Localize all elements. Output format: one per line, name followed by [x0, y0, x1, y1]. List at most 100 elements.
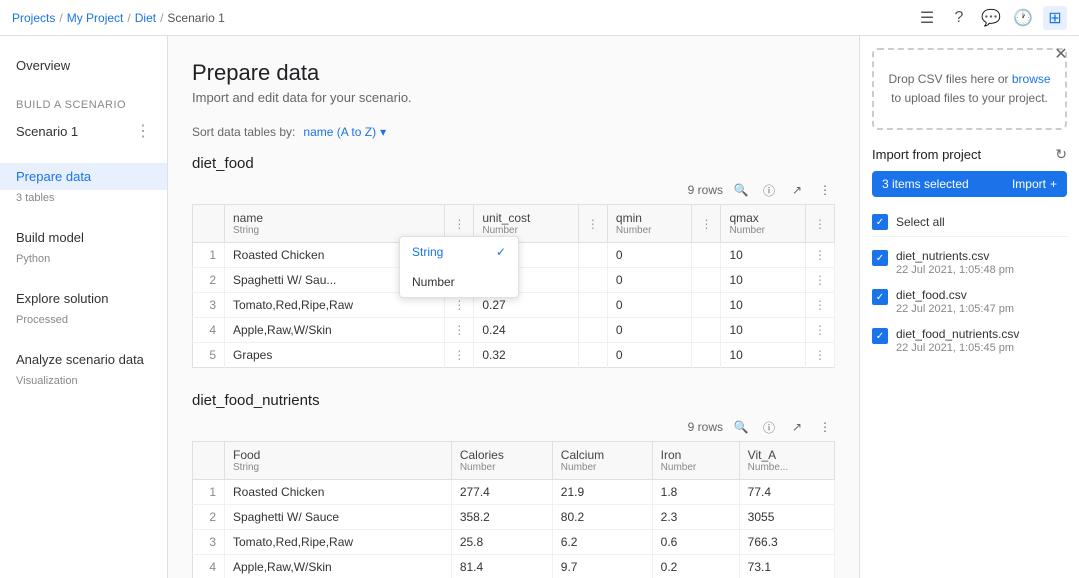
table-row: 3 Tomato,Red,Ripe,Raw 25.8 6.2 0.6 766.3	[193, 530, 835, 555]
row-food: Tomato,Red,Ripe,Raw	[225, 530, 452, 555]
row-qmin-more	[692, 268, 721, 293]
main-inner: Prepare data Import and edit data for yo…	[168, 36, 859, 578]
row-more[interactable]: ⋮	[445, 318, 474, 343]
help-icon[interactable]: ?	[947, 6, 971, 30]
row-qmin: 0	[607, 318, 692, 343]
sidebar-explore-sub: Processed	[0, 312, 167, 330]
file-checkbox[interactable]: ✓	[872, 250, 888, 266]
check-icon: ✓	[496, 245, 506, 259]
col-unit-cost-more[interactable]: ⋮	[578, 205, 607, 243]
table-diet-food: diet_food 9 rows 🔍 ⓘ ↗ ⋮ name	[192, 155, 835, 368]
sidebar-item-explore[interactable]: Explore solution	[0, 285, 167, 312]
row-iron: 0.6	[652, 530, 739, 555]
diet-food-nutrients-row-count: 9 rows	[688, 420, 723, 434]
more-icon-2[interactable]: ⋮	[815, 417, 835, 437]
row-qmin: 0	[607, 268, 692, 293]
row-calcium: 6.2	[552, 530, 652, 555]
chevron-down-icon: ▾	[380, 125, 386, 139]
row-qmax: 10	[721, 318, 806, 343]
row-calcium: 80.2	[552, 505, 652, 530]
export-icon[interactable]: ↗	[787, 180, 807, 200]
select-all-checkbox[interactable]: ✓	[872, 214, 888, 230]
col-qmax-more[interactable]: ⋮	[806, 205, 835, 243]
file-item[interactable]: ✓ diet_nutrients.csv 22 Jul 2021, 1:05:4…	[872, 243, 1067, 282]
drop-zone-suffix: to upload files to your project.	[891, 91, 1048, 105]
import-button[interactable]: Import +	[1012, 177, 1057, 191]
search-icon[interactable]: 🔍	[731, 180, 751, 200]
row-food: Spaghetti W/ Sauce	[225, 505, 452, 530]
row-qmax: 10	[721, 343, 806, 368]
file-checkbox[interactable]: ✓	[872, 328, 888, 344]
table-diet-food-name: diet_food	[192, 155, 835, 172]
info-icon[interactable]: ⓘ	[759, 180, 779, 200]
file-item[interactable]: ✓ diet_food_nutrients.csv 22 Jul 2021, 1…	[872, 321, 1067, 360]
table-diet-food-meta: 9 rows 🔍 ⓘ ↗ ⋮	[192, 180, 835, 200]
row-qmax: 10	[721, 243, 806, 268]
col-qmin-more[interactable]: ⋮	[692, 205, 721, 243]
sidebar-model-sub: Python	[0, 251, 167, 269]
top-nav: Projects / My Project / Diet / Scenario …	[0, 0, 1079, 36]
row-idx: 5	[193, 343, 225, 368]
row-more[interactable]: ⋮	[445, 343, 474, 368]
history-icon[interactable]: 🕐	[1011, 6, 1035, 30]
sidebar-item-overview[interactable]: Overview	[0, 52, 167, 79]
sidebar-item-model[interactable]: Build model	[0, 224, 167, 251]
sort-select[interactable]: name (A to Z) ▾	[303, 125, 386, 139]
sidebar-more-icon[interactable]: ⋮	[135, 121, 151, 141]
plus-icon: +	[1050, 177, 1057, 191]
sidebar-section-explore: Explore solution Processed	[0, 285, 167, 330]
breadcrumb-myproject[interactable]: My Project	[67, 11, 124, 25]
row-calories: 358.2	[451, 505, 552, 530]
menu-icon[interactable]: ☰	[915, 6, 939, 30]
import-bar: 3 items selected Import +	[872, 171, 1067, 197]
breadcrumb-projects[interactable]: Projects	[12, 11, 55, 25]
close-icon[interactable]: ✕	[1051, 44, 1071, 64]
search-icon-2[interactable]: 🔍	[731, 417, 751, 437]
row-idx: 4	[193, 318, 225, 343]
row-idx: 1	[193, 480, 225, 505]
export-icon-2[interactable]: ↗	[787, 417, 807, 437]
sidebar-item-analyze[interactable]: Analyze scenario data	[0, 346, 167, 373]
file-list: ✓ diet_nutrients.csv 22 Jul 2021, 1:05:4…	[872, 243, 1067, 360]
file-item[interactable]: ✓ diet_food.csv 22 Jul 2021, 1:05:47 pm	[872, 282, 1067, 321]
sidebar-item-scenario[interactable]: Scenario 1 ⋮	[0, 115, 167, 147]
chat-icon[interactable]: 💬	[979, 6, 1003, 30]
info-icon-2[interactable]: ⓘ	[759, 417, 779, 437]
breadcrumb-diet[interactable]: Diet	[135, 11, 156, 25]
breadcrumb: Projects / My Project / Diet / Scenario …	[12, 11, 225, 25]
row-qmax-more[interactable]: ⋮	[806, 293, 835, 318]
select-all-label: Select all	[896, 215, 945, 229]
row-unit-cost-more	[578, 293, 607, 318]
row-qmax-more[interactable]: ⋮	[806, 318, 835, 343]
select-all-row[interactable]: ✓ Select all	[872, 207, 1067, 237]
file-checkbox[interactable]: ✓	[872, 289, 888, 305]
more-icon[interactable]: ⋮	[815, 180, 835, 200]
page-subtitle: Import and edit data for your scenario.	[192, 90, 835, 105]
table-row: 1 Roasted Chicken 277.4 21.9 1.8 77.4	[193, 480, 835, 505]
refresh-icon[interactable]: ↻	[1055, 146, 1067, 163]
dropdown-string[interactable]: String ✓	[400, 237, 518, 267]
row-idx: 4	[193, 555, 225, 578]
row-name: Apple,Raw,W/Skin	[225, 318, 445, 343]
table-row: 4 Apple,Raw,W/Skin ⋮ 0.24 0 10 ⋮	[193, 318, 835, 343]
browse-link[interactable]: browse	[1012, 72, 1051, 86]
dropdown-number[interactable]: Number	[400, 267, 518, 297]
row-qmin-more	[692, 343, 721, 368]
row-qmin-more	[692, 243, 721, 268]
row-idx: 2	[193, 505, 225, 530]
row-qmin-more	[692, 293, 721, 318]
row-qmax-more[interactable]: ⋮	[806, 343, 835, 368]
row-unit-cost-more	[578, 243, 607, 268]
row-qmax-more[interactable]: ⋮	[806, 268, 835, 293]
sidebar-item-prepare[interactable]: Prepare data	[0, 163, 167, 190]
row-qmax-more[interactable]: ⋮	[806, 243, 835, 268]
col-qmin-header: qmin Number	[607, 205, 692, 243]
apps-icon[interactable]: ⊞	[1043, 6, 1067, 30]
row-calories: 277.4	[451, 480, 552, 505]
check-icon-all: ✓	[876, 217, 884, 228]
table-diet-food-nutrients-meta: 9 rows 🔍 ⓘ ↗ ⋮	[192, 417, 835, 437]
sidebar-build-label: Build a scenario	[0, 95, 167, 115]
file-date: 22 Jul 2021, 1:05:47 pm	[896, 303, 1067, 315]
col-food-header: FoodString	[225, 442, 452, 480]
row-vita: 73.1	[739, 555, 834, 578]
